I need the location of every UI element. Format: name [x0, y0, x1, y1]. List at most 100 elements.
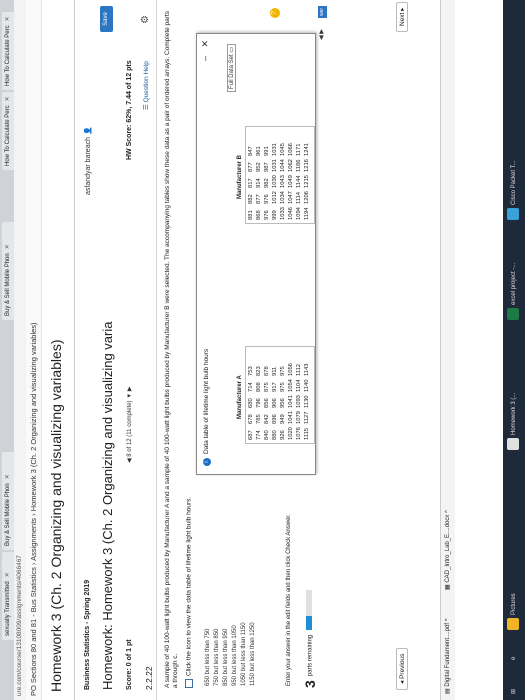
- table-cell: 1130: [304, 395, 310, 408]
- table-cell: 868: [256, 210, 262, 220]
- start-icon[interactable]: ⊞: [507, 689, 521, 694]
- full-data-set-button[interactable]: Full Data Set ▭: [227, 44, 236, 93]
- table-cell: 882: [248, 194, 254, 204]
- table-cell: 1056: [288, 363, 294, 376]
- table-cell: 1206: [304, 191, 310, 204]
- class-ranges: 650 but less than 750 750 but less than …: [204, 486, 258, 686]
- triangle-left-icon[interactable]: ◀: [127, 457, 133, 463]
- table-cell: 1171: [296, 143, 302, 156]
- range-row: 650 but less than 750: [205, 628, 211, 686]
- breadcrumb-assignments[interactable]: Assignments: [29, 518, 38, 561]
- browser-tab[interactable]: Buy & Sell Mobile Phon ✕: [2, 222, 14, 320]
- triangle-down-icon[interactable]: ▼: [127, 391, 133, 399]
- data-table-link[interactable]: Click the icon to view the data table of…: [185, 497, 193, 688]
- folder-icon: [507, 618, 520, 630]
- browser-tab[interactable]: How To Calculate Perc ✕: [2, 92, 14, 170]
- taskbar-homework[interactable]: Homework 3 (...: [507, 393, 521, 450]
- table-cell: 952: [256, 162, 262, 172]
- downloads-bar: ▤ Digital Fundament....pdf ^ ▦ CAD_Intro…: [440, 0, 455, 700]
- table-cell: 917: [272, 382, 278, 392]
- save-button[interactable]: Save: [100, 6, 113, 32]
- table-icon[interactable]: [185, 679, 193, 688]
- taskbar-pictures[interactable]: Pictures: [507, 593, 521, 630]
- breadcrumb-section[interactable]: PO Sections 80 and 81 - Bus Statistics: [29, 567, 38, 696]
- table-cell: 975: [280, 366, 286, 376]
- table-cell: 1020: [288, 427, 294, 440]
- table-cell: 1093: [296, 395, 302, 408]
- gear-icon[interactable]: ⚙: [140, 15, 151, 24]
- table-row: 1020 1041 1041 1054 1056: [287, 360, 295, 440]
- table-cell: 1062: [288, 159, 294, 172]
- edge-icon[interactable]: e: [507, 657, 521, 660]
- table-row: 1033 1034 1043 1044 1045: [279, 140, 287, 220]
- chrome-icon: [507, 438, 520, 450]
- answer-nav[interactable]: ◀ ▶: [318, 29, 325, 40]
- taskbar-cisco[interactable]: Cisco Packet T...: [507, 160, 521, 220]
- table-cell: 926: [280, 430, 286, 440]
- triangle-right-icon[interactable]: ▶: [319, 29, 325, 34]
- browser-tab[interactable]: How To Calculate Perc ✕: [2, 12, 14, 90]
- question-help-link[interactable]: ☰ Question Help: [142, 61, 150, 110]
- pager-label: 8 of 12 (11 complete): [127, 400, 133, 457]
- close-icon[interactable]: ✕: [5, 96, 11, 101]
- table-cell: 999: [272, 210, 278, 220]
- manufacturer-b-table: 881 882 817 877 847 868 877 914 952 961 976 976 982 9…: [247, 140, 311, 220]
- range-row: 950 but less than 1050: [232, 625, 238, 686]
- table-cell: 1241: [304, 143, 310, 156]
- table-cell: 1049: [288, 175, 294, 188]
- table-cell: 956: [280, 398, 286, 408]
- triangle-left-icon[interactable]: ◀: [319, 35, 325, 40]
- close-icon[interactable]: ✕: [5, 474, 11, 479]
- close-icon[interactable]: ✕: [5, 244, 11, 249]
- download-label: CAD_Intro_Lab_E....docx: [445, 514, 451, 583]
- table-cell: 1030: [272, 175, 278, 188]
- table-cell: 1215: [304, 175, 310, 188]
- question-pager[interactable]: ◀ 8 of 12 (11 complete) ▼ ▶: [126, 387, 133, 463]
- download-item[interactable]: ▤ Digital Fundament....pdf ^: [441, 618, 455, 694]
- taskbar-excel[interactable]: excel project -...: [507, 263, 521, 320]
- close-icon[interactable]: ✕: [5, 572, 11, 577]
- user-name[interactable]: asfandyar bareach 👤: [84, 126, 92, 195]
- taskbar: ⊞ e Pictures Homework 3 (... excel proje…: [503, 0, 525, 700]
- table-cell: 976: [264, 210, 270, 220]
- table-cell: 1194: [304, 207, 310, 220]
- table-cell: 840: [264, 430, 270, 440]
- table-cell: 906: [272, 398, 278, 408]
- table-row: 926 949 956 975 975: [279, 360, 287, 440]
- table-cell: 1054: [288, 379, 294, 392]
- close-icon[interactable]: ✕: [200, 40, 211, 48]
- table-cell: 808: [256, 382, 262, 392]
- range-row: 850 but less than 950: [223, 628, 229, 686]
- table-row: 1094 1114 1144 1186 1171: [295, 140, 303, 220]
- browser-tab[interactable]: Buy & Sell Mobile Phon ✕: [2, 452, 14, 550]
- chevron-right-icon: ›: [29, 511, 38, 516]
- browser-tab-bar: sexually Transmitted ✕ Buy & Sell Mobile …: [0, 0, 14, 700]
- browser-tab[interactable]: sexually Transmitted ✕: [2, 552, 14, 640]
- triangle-right-icon[interactable]: ▶: [127, 387, 133, 392]
- table-cell: 678: [248, 414, 254, 424]
- next-button[interactable]: Next ▸: [396, 1, 408, 32]
- table-cell: 1034: [280, 191, 286, 204]
- table-row: 976 976 982 987 991: [263, 140, 271, 220]
- page-title: Homework 3 (Ch. 2 Organizing and visuali…: [48, 339, 64, 693]
- table-cell: 774: [256, 430, 262, 440]
- address-bar[interactable]: ure.com/course/13108009/assignments/4066…: [14, 0, 26, 700]
- minimize-icon[interactable]: –: [200, 56, 210, 61]
- parts-remaining: 3 parts remaining: [302, 635, 318, 688]
- table-row: 774 785 796 808 823: [255, 360, 263, 440]
- table-cell: 914: [256, 178, 262, 188]
- pdf-icon: ▤: [445, 686, 451, 694]
- tab-label: How To Calculate Perc: [5, 105, 11, 166]
- question-prompt: A sample of 40 100-watt light bulbs prod…: [164, 11, 179, 688]
- instructions: Enter your answer in the edit fields and…: [286, 514, 292, 686]
- check-answer-button[interactable]: wer: [318, 6, 327, 18]
- download-item[interactable]: ▦ CAD_Intro_Lab_E....docx ^: [441, 510, 455, 590]
- previous-button[interactable]: ◂ Previous: [396, 647, 408, 690]
- taskbar-label: Pictures: [511, 593, 517, 615]
- tab-label: Buy & Sell Mobile Phon: [5, 253, 11, 316]
- close-icon[interactable]: ✕: [5, 16, 11, 21]
- help-icon[interactable]: ?: [270, 8, 280, 18]
- table-cell: 911: [272, 366, 278, 376]
- table-link-label: Click the icon to view the data table of…: [185, 496, 193, 676]
- table-cell: 1140: [304, 379, 310, 392]
